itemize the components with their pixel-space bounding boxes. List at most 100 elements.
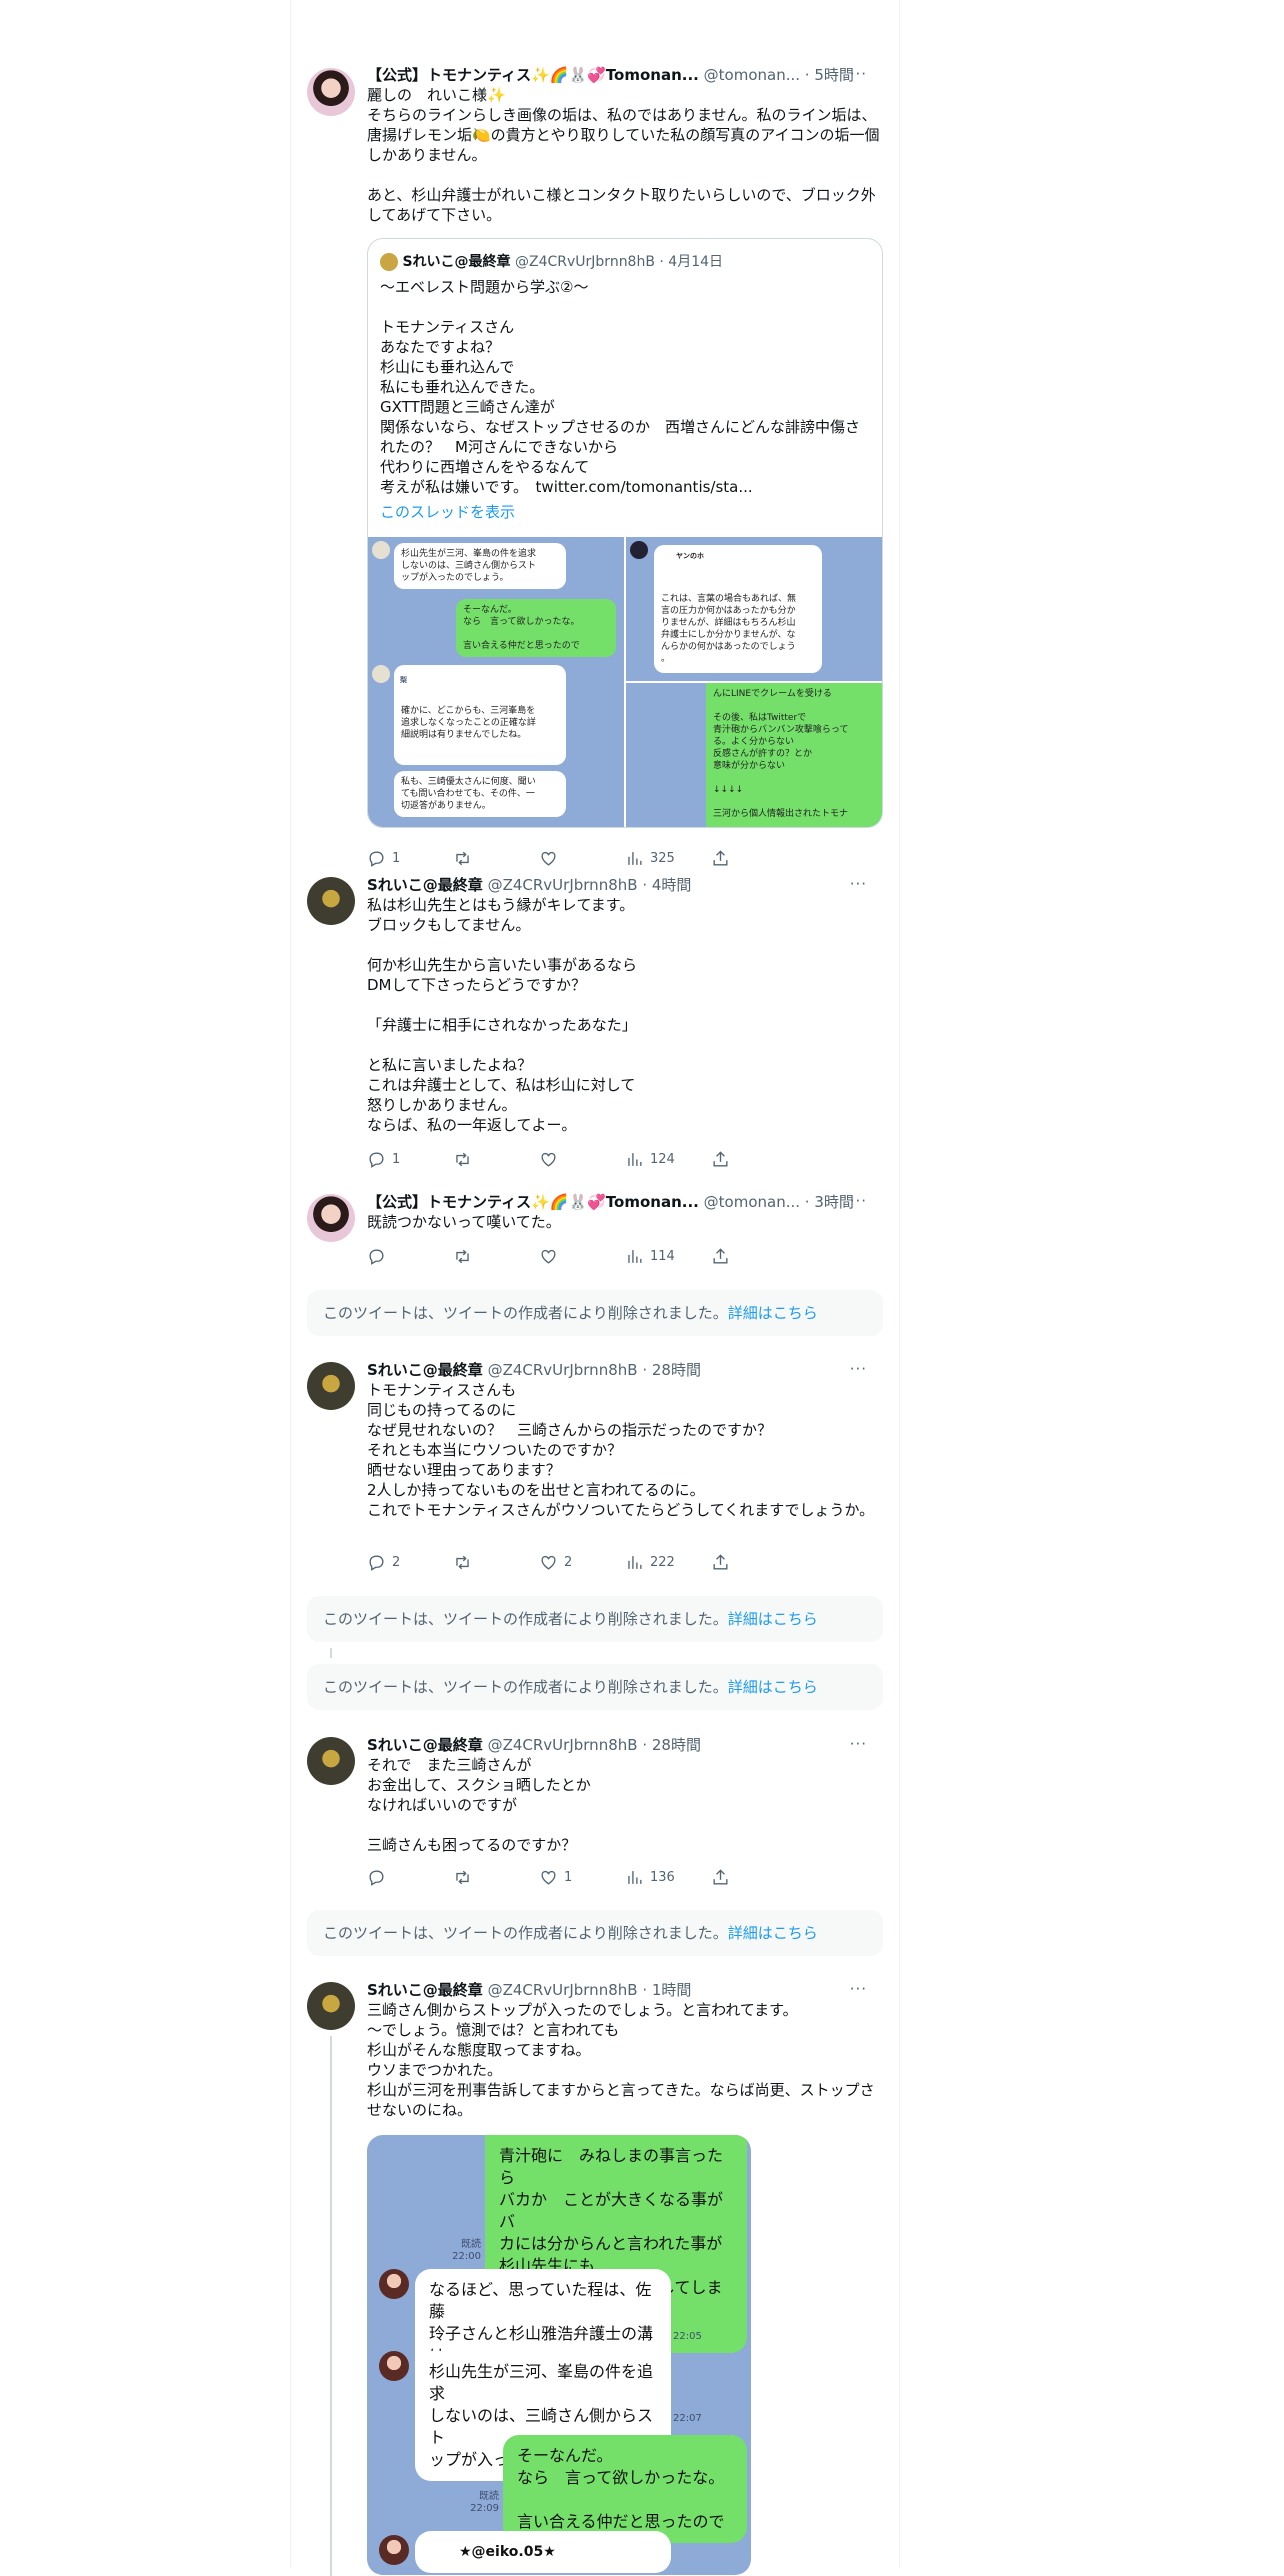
display-name[interactable]: Sれいこ@最終章: [367, 1361, 483, 1379]
avatar[interactable]: [307, 877, 355, 925]
tweet[interactable]: Sれいこ@最終章 @Z4CRvUrJbrnn8hB · 28時間 ··· トモナ…: [291, 1360, 899, 1580]
avatar[interactable]: [307, 1194, 355, 1242]
heart-icon: [541, 1555, 556, 1570]
chat-bubble: 杉山先生が三河、峯島の件を追求 しないのは、三崎さん側からスト ップが入ったので…: [394, 543, 566, 589]
tweet[interactable]: Sれいこ@最終章 @Z4CRvUrJbrnn8hB · 1時間 ··· 三崎さん…: [291, 1980, 899, 2576]
timestamp[interactable]: · 4時間: [642, 876, 691, 894]
display-name: Sれいこ@最終章: [402, 254, 511, 270]
more-icon[interactable]: ···: [850, 65, 867, 83]
timestamp[interactable]: · 28時間: [642, 1736, 701, 1754]
chat-sender: 梨: [400, 676, 407, 684]
tweet[interactable]: Sれいこ@最終章 @Z4CRvUrJbrnn8hB · 28時間 ··· それで…: [291, 1735, 899, 1887]
like-button[interactable]: [539, 1246, 625, 1266]
share-button[interactable]: [711, 1149, 797, 1169]
quoted-tweet[interactable]: Sれいこ@最終章 @Z4CRvUrJbrnn8hB · 4月14日 〜エベレスト…: [367, 238, 883, 828]
retweet-button[interactable]: [453, 1867, 539, 1887]
handle[interactable]: @tomonan...: [704, 66, 800, 84]
avatar[interactable]: [307, 1737, 355, 1785]
more-icon[interactable]: ···: [850, 1735, 867, 1753]
timestamp[interactable]: · 1時間: [642, 1981, 691, 1999]
tweet-text: 三崎さん側からストップが入ったのでしょう。と言われてます。 〜でしょう。憶測では…: [367, 2001, 875, 2119]
tweet-actions: 1 325: [367, 848, 797, 868]
display-name[interactable]: 【公式】トモナンティス✨🌈🐰💞Tomonan...: [367, 1193, 699, 1211]
reply-button[interactable]: [367, 1246, 453, 1266]
avatar[interactable]: [307, 1362, 355, 1410]
timestamp[interactable]: · 5時間: [805, 66, 854, 84]
tweet-header: Sれいこ@最終章 @Z4CRvUrJbrnn8hB · 1時間: [367, 1980, 883, 2000]
tweet-header: Sれいこ@最終章 @Z4CRvUrJbrnn8hB · 4時間: [367, 875, 883, 895]
more-icon[interactable]: ···: [850, 1980, 867, 1998]
display-name[interactable]: 【公式】トモナンティス✨🌈🐰💞Tomonan...: [367, 66, 699, 84]
image[interactable]: んにLINEでクレームを受ける その後、私はTwitterで 青汁砲からバンバン…: [626, 683, 882, 827]
reply-button[interactable]: 1: [367, 1149, 453, 1169]
like-button[interactable]: [539, 1149, 625, 1169]
more-icon[interactable]: ···: [850, 875, 867, 893]
reply-button[interactable]: 2: [367, 1552, 453, 1572]
avatar: [379, 2269, 409, 2299]
views-icon: [628, 1555, 642, 1569]
views-button[interactable]: 325: [625, 848, 711, 868]
handle[interactable]: @Z4CRvUrJbrnn8hB: [488, 1981, 638, 1999]
retweet-button[interactable]: [453, 1246, 539, 1266]
chat-bubble: これは、言葉の場合もあれば、無 言の圧力か何かはあったかも分か りませんが、詳細…: [654, 545, 822, 673]
retweet-icon: [456, 1870, 469, 1884]
tweet-header: 【公式】トモナンティス✨🌈🐰💞Tomonan... @tomonan... · …: [367, 1192, 883, 1212]
tweet[interactable]: Sれいこ@最終章 @Z4CRvUrJbrnn8hB · 4時間 ··· 私は杉山…: [291, 875, 899, 1175]
more-icon[interactable]: ···: [850, 1192, 867, 1210]
details-link[interactable]: 詳細はこちら: [728, 1304, 818, 1322]
like-button[interactable]: 2: [539, 1552, 625, 1572]
reply-button[interactable]: 1: [367, 848, 453, 868]
thread-line: [330, 1648, 332, 1658]
reply-icon: [369, 1248, 384, 1265]
tweet-header: 【公式】トモナンティス✨🌈🐰💞Tomonan... @tomonan... · …: [367, 65, 883, 85]
retweet-button[interactable]: [453, 1552, 539, 1572]
like-button[interactable]: [539, 848, 625, 868]
handle[interactable]: @Z4CRvUrJbrnn8hB: [488, 876, 638, 894]
retweet-icon: [456, 851, 469, 865]
avatar[interactable]: [307, 68, 355, 116]
tweet[interactable]: 【公式】トモナンティス✨🌈🐰💞Tomonan... @tomonan... · …: [291, 1192, 899, 1272]
timestamp[interactable]: · 28時間: [642, 1361, 701, 1379]
retweet-button[interactable]: [453, 1149, 539, 1169]
reply-button[interactable]: [367, 1867, 453, 1887]
handle[interactable]: @Z4CRvUrJbrnn8hB: [488, 1361, 638, 1379]
views-button[interactable]: 222: [625, 1552, 711, 1572]
avatar: [380, 253, 398, 271]
share-icon: [713, 1553, 728, 1570]
heart-icon: [541, 1870, 556, 1885]
details-link[interactable]: 詳細はこちら: [728, 1610, 818, 1628]
details-link[interactable]: 詳細はこちら: [728, 1924, 818, 1942]
chat-time: 22:07: [673, 2413, 702, 2424]
share-button[interactable]: [711, 848, 797, 868]
handle[interactable]: @tomonan...: [704, 1193, 800, 1211]
chat-bubble: 確かに、どこからも、三河峯島を 追求しなくなったことの正確な詳 細説明は有りませ…: [394, 665, 566, 765]
views-button[interactable]: 136: [625, 1867, 711, 1887]
details-link[interactable]: 詳細はこちら: [728, 1678, 818, 1696]
views-button[interactable]: 114: [625, 1246, 711, 1266]
share-button[interactable]: [711, 1246, 797, 1266]
share-button[interactable]: [711, 1867, 797, 1887]
retweet-icon: [456, 1152, 469, 1166]
image-grid[interactable]: 杉山先生が三河、峯島の件を追求 しないのは、三崎さん側からスト ップが入ったので…: [368, 537, 882, 827]
image[interactable]: これは、言葉の場合もあれば、無 言の圧力か何かはあったかも分か りませんが、詳細…: [626, 537, 882, 681]
chat-bubble: 私も、三崎優太さんに何度、聞い ても問い合わせても、その件、一 切返答がありませ…: [394, 771, 566, 817]
image[interactable]: 杉山先生が三河、峯島の件を追求 しないのは、三崎さん側からスト ップが入ったので…: [368, 537, 624, 827]
views-button[interactable]: 124: [625, 1149, 711, 1169]
display-name[interactable]: Sれいこ@最終章: [367, 1981, 483, 1999]
timestamp[interactable]: · 3時間: [805, 1193, 854, 1211]
heart-icon: [541, 1152, 556, 1167]
display-name[interactable]: Sれいこ@最終章: [367, 876, 483, 894]
handle[interactable]: @Z4CRvUrJbrnn8hB: [488, 1736, 638, 1754]
tweet-image[interactable]: 青汁砲に みねしまの事言ったら バカか ことが大きくなる事がバ カには分からんと…: [367, 2135, 751, 2575]
display-name[interactable]: Sれいこ@最終章: [367, 1736, 483, 1754]
deleted-tweet-notice: このツイートは、ツイートの作成者により削除されました。詳細はこちら: [307, 1910, 883, 1956]
share-button[interactable]: [711, 1552, 797, 1572]
like-button[interactable]: 1: [539, 1867, 625, 1887]
tweet-text: トモナンティスさんも 同じもの持ってるのに なぜ見せれないの？ 三崎さんからの指…: [367, 1381, 875, 1519]
show-thread-link[interactable]: このスレッドを表示: [380, 501, 515, 522]
tweet[interactable]: 【公式】トモナンティス✨🌈🐰💞Tomonan... @tomonan... · …: [291, 60, 899, 880]
avatar[interactable]: [307, 1982, 355, 2030]
more-icon[interactable]: ···: [850, 1360, 867, 1378]
tweet-actions: 1 124: [367, 1149, 797, 1169]
retweet-button[interactable]: [453, 848, 539, 868]
